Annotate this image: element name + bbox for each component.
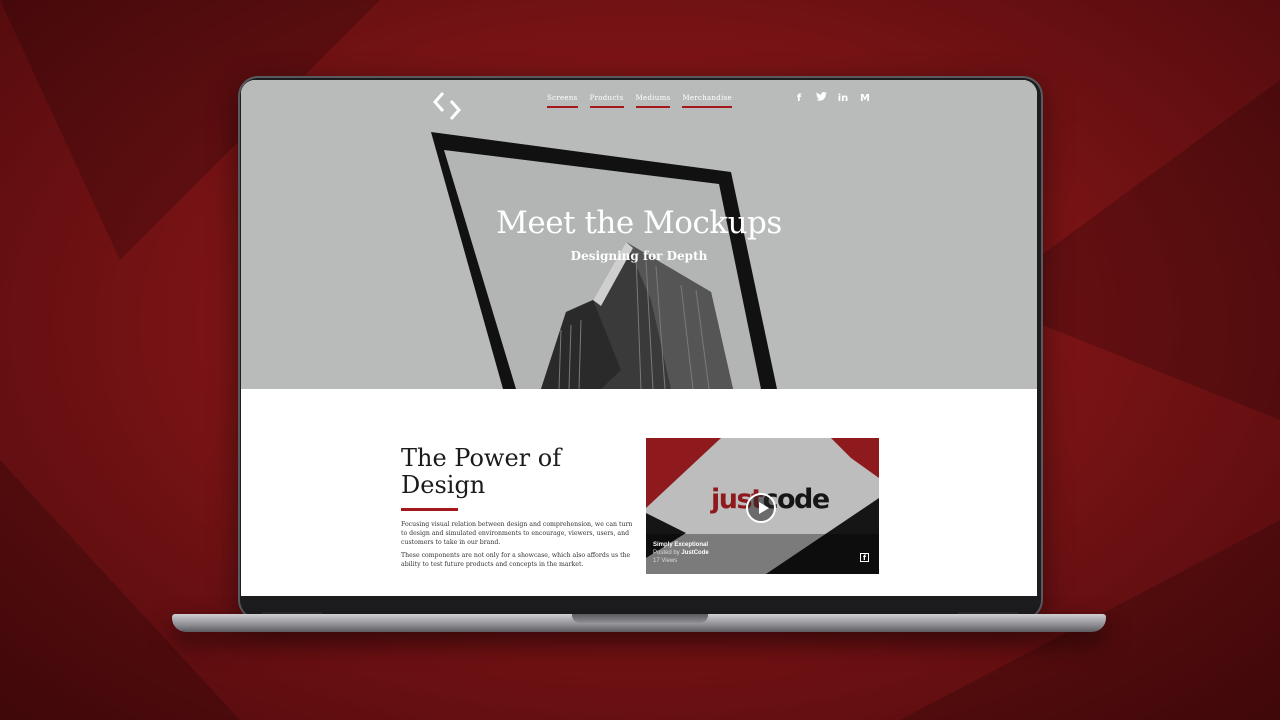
- section-title-line2: Design: [401, 471, 486, 499]
- section-title-line1: The Power of: [401, 444, 562, 472]
- play-button[interactable]: [746, 493, 776, 523]
- nav-item-mediums[interactable]: Mediums: [635, 94, 671, 108]
- social-links: f in M: [793, 91, 871, 104]
- medium-icon[interactable]: M: [859, 93, 871, 104]
- content-section: The Power of Design Focusing visual rela…: [241, 389, 1037, 596]
- facebook-icon[interactable]: f: [793, 93, 805, 104]
- twitter-icon[interactable]: [815, 91, 827, 104]
- section-title: The Power of Design: [401, 445, 631, 499]
- laptop-opening-notch: [572, 614, 708, 623]
- linkedin-icon[interactable]: in: [837, 93, 849, 104]
- video-player[interactable]: justcode Simply Exceptional Posted by Ju…: [646, 438, 879, 574]
- video-posted-prefix: Posted by: [653, 550, 682, 556]
- hero-title: Meet the Mockups: [496, 205, 782, 241]
- facebook-share-icon[interactable]: f: [860, 553, 869, 562]
- body-paragraph-2: These components are not only for a show…: [401, 552, 631, 568]
- logo-icon[interactable]: [431, 89, 465, 123]
- hero-section: Screens Products Mediums Merchandise f i…: [241, 80, 1037, 389]
- body-paragraph-1: Focusing visual relation between design …: [401, 521, 633, 546]
- video-views: 17 Views: [653, 558, 678, 564]
- video-title: Simply Exceptional: [653, 542, 709, 548]
- main-nav: Screens Products Mediums Merchandise: [547, 94, 732, 108]
- video-meta: Simply Exceptional Posted by JustCode 17…: [653, 541, 709, 565]
- title-underline: [401, 508, 458, 511]
- nav-item-merchandise[interactable]: Merchandise: [682, 94, 732, 108]
- nav-item-screens[interactable]: Screens: [547, 94, 578, 108]
- nav-item-products[interactable]: Products: [589, 94, 624, 108]
- hero-subtitle: Designing for Depth: [570, 249, 708, 263]
- laptop-screen: Screens Products Mediums Merchandise f i…: [241, 80, 1037, 596]
- video-author[interactable]: JustCode: [681, 550, 708, 556]
